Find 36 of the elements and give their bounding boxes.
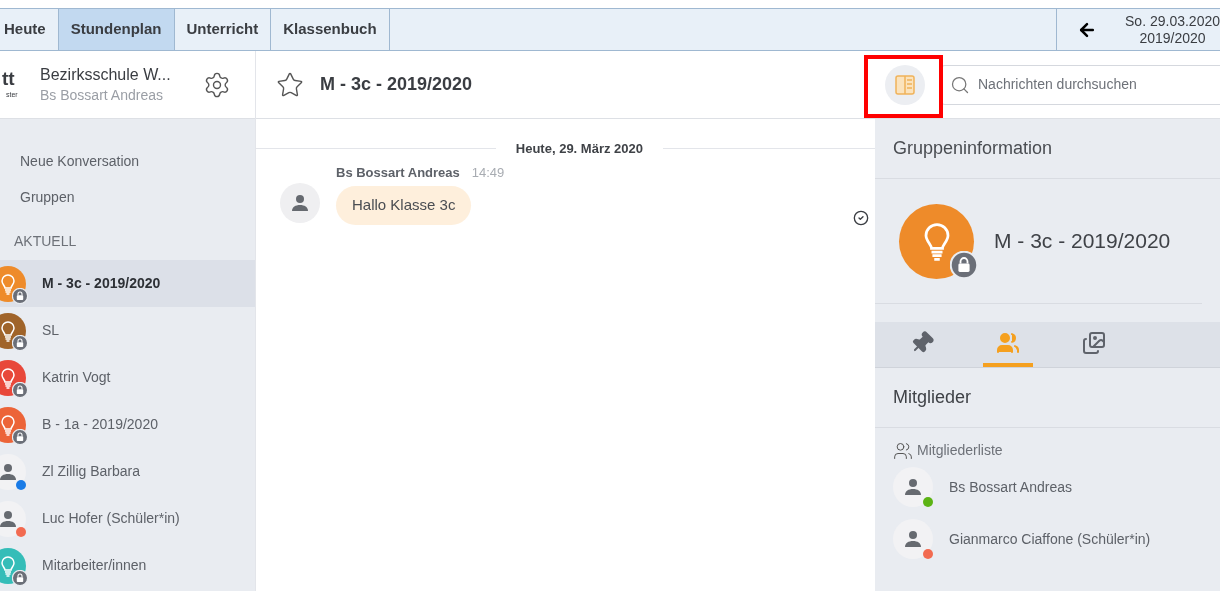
- section-label: AKTUELL: [13, 232, 78, 251]
- logo: tt: [2, 68, 15, 89]
- people-icon: [996, 330, 1020, 355]
- people-icon: [893, 440, 913, 461]
- nav-tab[interactable]: Stundenplan: [58, 9, 175, 50]
- panel-title: Gruppeninformation: [893, 137, 1053, 160]
- toggle-panel-button[interactable]: [885, 64, 925, 105]
- message-time: 14:49: [471, 163, 505, 182]
- sidebar-action[interactable]: Neue Konversation: [0, 143, 255, 179]
- user-name: Bs Bossart Andreas: [40, 85, 164, 105]
- conversation-item[interactable]: Luc Hofer (Schüler*in): [0, 495, 255, 542]
- group-name: M - 3c - 2019/2020: [994, 228, 1171, 255]
- conversation-item[interactable]: Zl Zillig Barbara: [0, 448, 255, 495]
- chat-title: M - 3c - 2019/2020: [320, 73, 473, 96]
- panel-icon: [893, 72, 917, 97]
- day-divider-label: Heute, 29. März 2020: [514, 140, 644, 158]
- settings-icon[interactable]: [203, 70, 231, 99]
- school-year: 2019/2020: [1139, 29, 1206, 47]
- sender-name: Bs Bossart Andreas: [336, 163, 460, 182]
- search-icon: [950, 74, 970, 95]
- conversation-item[interactable]: B - 1a - 2019/2020: [0, 401, 255, 448]
- member-list-label: Mitgliederliste: [917, 441, 1003, 460]
- conversation-item[interactable]: Mitarbeiter/innen: [0, 542, 255, 589]
- conversation-item[interactable]: Katrin Vogt: [0, 354, 255, 401]
- message-bubble: Hallo Klasse 3c: [336, 186, 472, 225]
- school-name: Bezirksschule W...: [40, 64, 172, 85]
- sidebar-action[interactable]: Gruppen: [0, 179, 255, 215]
- images-icon: [1082, 330, 1106, 355]
- section-title: Mitglieder: [893, 386, 972, 409]
- search-input[interactable]: Nachrichten durchsuchen: [978, 74, 1220, 95]
- conversation-item[interactable]: SL: [0, 307, 255, 354]
- member-name: Gianmarco Ciaffone (Schüler*in): [949, 529, 1151, 549]
- member-name: Bs Bossart Andreas: [949, 477, 1072, 497]
- conversation-item[interactable]: M - 3c - 2019/2020: [0, 260, 255, 307]
- star-icon[interactable]: [276, 70, 304, 99]
- current-date: So. 29.03.2020: [1125, 12, 1220, 30]
